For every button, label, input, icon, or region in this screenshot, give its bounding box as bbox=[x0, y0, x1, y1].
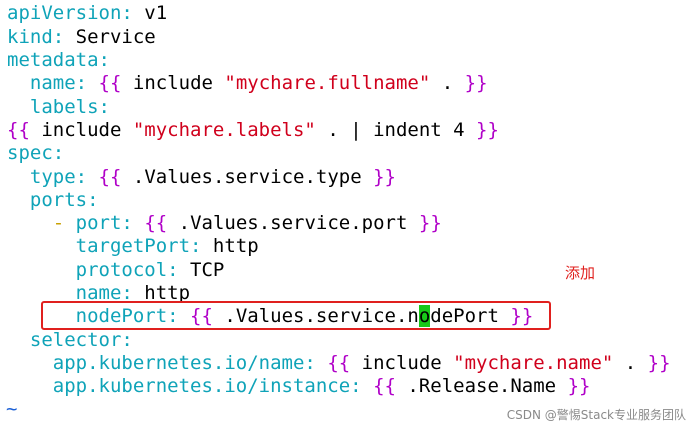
watermark: CSDN @警惕Stack专业服务团队 bbox=[506, 408, 686, 422]
code-line-12: protocol: TCP bbox=[7, 259, 225, 282]
yaml-key: selector: bbox=[29, 329, 133, 351]
template-string: "mychare.name" bbox=[453, 352, 614, 374]
yaml-key: name: bbox=[29, 72, 88, 94]
yaml-value: TCP bbox=[178, 259, 225, 281]
empty-line-tilde: ~ bbox=[6, 398, 18, 420]
yaml-key: spec: bbox=[7, 142, 65, 164]
template-brace: {{ bbox=[144, 212, 168, 234]
code-line-15: selector: bbox=[7, 329, 133, 352]
template-expr: .Release.Name bbox=[395, 375, 568, 397]
yaml-key: app.kubernetes.io/instance: bbox=[52, 375, 362, 397]
code-line-7: spec: bbox=[7, 142, 64, 165]
template-string: "mychare.labels" bbox=[132, 119, 316, 141]
template-expr: . bbox=[613, 352, 648, 374]
annotation-label: 添加 bbox=[565, 264, 596, 282]
yaml-key: labels: bbox=[29, 96, 110, 118]
code-line-1: apiVersion: v1 bbox=[7, 2, 167, 25]
template-expr: include bbox=[121, 72, 225, 94]
code-line-8: type: {{ .Values.service.type }} bbox=[7, 166, 396, 189]
code-line-6: {{ include "mychare.labels" . | indent 4… bbox=[7, 119, 499, 142]
template-brace: {{ bbox=[327, 352, 351, 374]
yaml-key: metadata: bbox=[7, 49, 110, 71]
template-brace: {{ bbox=[373, 375, 396, 397]
yaml-value: v1 bbox=[132, 2, 168, 24]
code-line-9: ports: bbox=[7, 189, 99, 212]
template-expr: include bbox=[350, 352, 454, 374]
template-expr: .Values.service.type bbox=[121, 166, 374, 188]
list-dash: - bbox=[52, 212, 76, 234]
template-expr: . | indent 4 bbox=[315, 119, 477, 141]
code-line-17: app.kubernetes.io/instance: {{ .Release.… bbox=[7, 375, 591, 398]
yaml-value: http bbox=[201, 235, 259, 257]
template-brace: }} bbox=[567, 375, 591, 397]
yaml-key: port: bbox=[75, 212, 133, 234]
yaml-key: kind: bbox=[7, 26, 65, 48]
template-expr: .Values.service.port bbox=[167, 212, 419, 234]
template-string: "mychare.fullname" bbox=[224, 72, 431, 94]
code-editor[interactable]: apiVersion: v1 kind: Service metadata: n… bbox=[0, 0, 700, 431]
template-brace: }} bbox=[464, 72, 488, 94]
yaml-key: targetPort: bbox=[75, 235, 202, 257]
code-line-4: name: {{ include "mychare.fullname" . }} bbox=[7, 72, 488, 95]
yaml-value: Service bbox=[64, 26, 156, 48]
template-brace: }} bbox=[647, 352, 671, 374]
template-brace: {{ bbox=[98, 72, 122, 94]
yaml-key: apiVersion: bbox=[7, 2, 133, 24]
yaml-key: app.kubernetes.io/name: bbox=[52, 352, 316, 374]
template-brace: }} bbox=[373, 166, 396, 188]
template-brace: }} bbox=[418, 212, 442, 234]
yaml-key: protocol: bbox=[75, 259, 179, 281]
template-brace: }} bbox=[476, 119, 499, 141]
code-line-3: metadata: bbox=[7, 49, 110, 72]
template-expr: . bbox=[430, 72, 465, 94]
yaml-key: ports: bbox=[29, 189, 99, 211]
code-line-5: labels: bbox=[7, 96, 110, 119]
code-line-10: - port: {{ .Values.service.port }} bbox=[7, 212, 442, 235]
code-line-2: kind: Service bbox=[7, 26, 156, 49]
template-brace: {{ bbox=[7, 119, 30, 141]
code-line-16: app.kubernetes.io/name: {{ include "mych… bbox=[7, 352, 671, 375]
template-brace: {{ bbox=[98, 166, 122, 188]
yaml-key: type: bbox=[29, 166, 88, 188]
template-expr: include bbox=[29, 119, 133, 141]
code-line-11: targetPort: http bbox=[7, 235, 259, 258]
highlight-box bbox=[41, 301, 551, 330]
